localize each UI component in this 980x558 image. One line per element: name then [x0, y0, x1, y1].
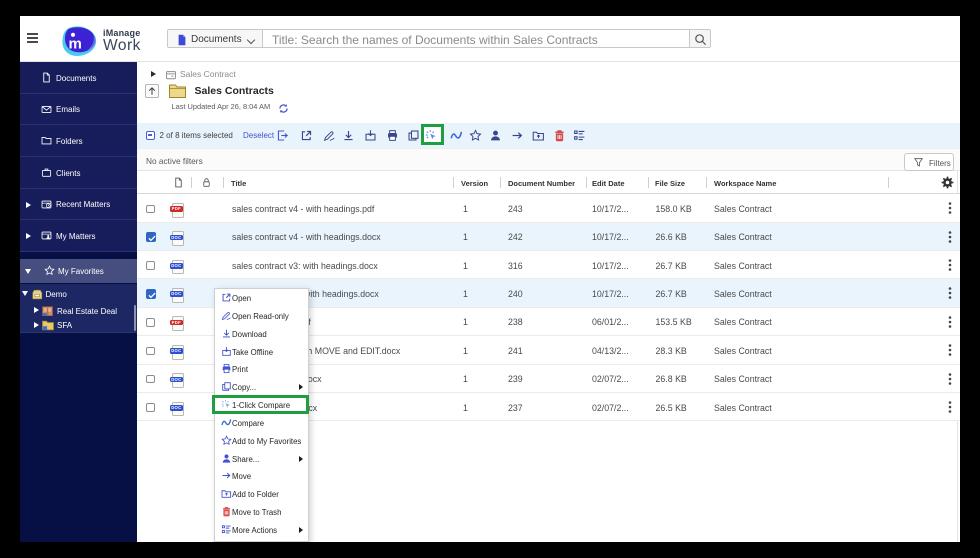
svg-text:m: m: [69, 36, 82, 53]
